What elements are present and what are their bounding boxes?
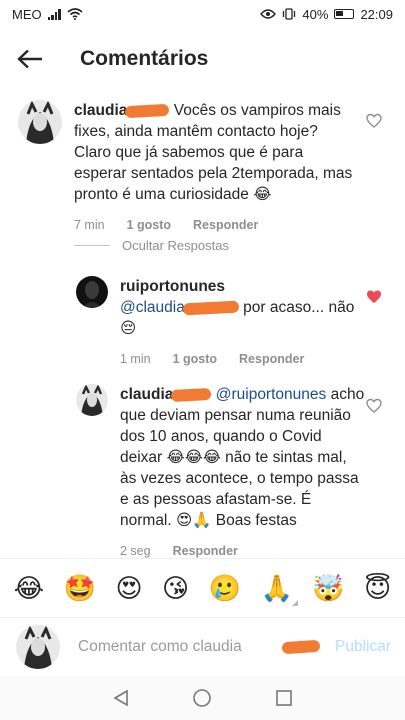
reply-username[interactable]: ruiportonunes	[120, 276, 366, 297]
comment-username[interactable]: claudia	[74, 102, 127, 119]
nav-recents-button[interactable]	[269, 683, 299, 713]
emoji-star-struck[interactable]: 🤩	[64, 575, 96, 601]
square-recents-icon	[276, 690, 292, 706]
reply-text-block: @claudia por acaso... não 😔	[120, 297, 366, 339]
avatar[interactable]	[76, 384, 108, 416]
avatar[interactable]	[76, 276, 108, 308]
divider	[74, 245, 110, 246]
navigation-bar	[0, 676, 405, 720]
emoji-exploding-head[interactable]: 🤯	[312, 575, 344, 601]
reply-body: ruiportonunes @claudia por acaso... não …	[120, 276, 366, 370]
emoji-heart-eyes[interactable]: 😍	[115, 575, 142, 601]
comment-composer: Publicar	[0, 617, 405, 675]
carrier-label: MEO	[12, 6, 42, 22]
back-button[interactable]	[0, 36, 60, 82]
comment-meta: 7 min 1 gosto Responder	[74, 215, 358, 236]
battery-percent: 40%	[302, 6, 329, 22]
reply: claudia @ruiportonunes acho que deviam p…	[76, 384, 366, 562]
reply-username[interactable]: claudia	[120, 386, 173, 403]
reply: ruiportonunes @claudia por acaso... não …	[76, 276, 366, 370]
reply-button[interactable]: Responder	[193, 215, 258, 236]
comment-body: claudia Vocês os vampiros mais fixes, ai…	[74, 100, 358, 236]
redaction-mark	[182, 300, 240, 316]
skin-tone-indicator	[291, 599, 298, 606]
nav-home-button[interactable]	[187, 683, 217, 713]
current-user-avatar	[16, 624, 60, 669]
battery-icon	[334, 9, 355, 19]
emoji-innocent[interactable]: 😇	[364, 575, 391, 601]
header: Comentários	[0, 36, 405, 82]
wifi-icon	[67, 8, 83, 20]
nav-back-button[interactable]	[106, 683, 136, 713]
reply-body: claudia @ruiportonunes acho que deviam p…	[120, 384, 366, 562]
circle-home-icon	[193, 689, 212, 707]
emoji-pray[interactable]: 🙏	[260, 572, 298, 606]
redaction-mark	[125, 103, 170, 119]
redaction-mark	[281, 639, 321, 654]
emoji-kiss[interactable]: 😘	[162, 575, 189, 601]
redaction-mark	[171, 387, 212, 402]
page-title: Comentários	[80, 47, 209, 70]
comment-likes[interactable]: 1 gosto	[127, 215, 171, 236]
reply-meta: 1 min 1 gosto Responder	[120, 349, 366, 370]
mention-link[interactable]: @claudia	[120, 299, 185, 316]
triangle-back-icon	[113, 689, 128, 707]
comment-text-block: claudia Vocês os vampiros mais fixes, ai…	[74, 100, 358, 205]
emoji-pray-glyph: 🙏	[260, 572, 293, 603]
emoji-tear[interactable]: 🥲	[209, 575, 241, 601]
status-left: MEO	[12, 7, 83, 22]
reply-text-block: claudia @ruiportonunes acho que deviam p…	[120, 384, 366, 531]
reply-likes[interactable]: 1 gosto	[173, 349, 217, 370]
clock: 22:09	[360, 6, 393, 22]
signal-icon	[47, 8, 61, 20]
arrow-left-icon	[17, 49, 42, 69]
avatar[interactable]	[18, 100, 62, 144]
like-heart-icon[interactable]	[366, 113, 382, 129]
comment: claudia Vocês os vampiros mais fixes, ai…	[18, 100, 358, 236]
emoji-joy[interactable]: 😂	[14, 575, 44, 601]
hide-replies-label: Ocultar Respostas	[122, 238, 229, 253]
reply-button[interactable]: Responder	[239, 349, 304, 370]
mention-link[interactable]: @ruiportonunes	[216, 386, 327, 403]
comment-time: 7 min	[74, 218, 105, 232]
hide-replies-button[interactable]: Ocultar Respostas	[74, 238, 229, 253]
publish-button[interactable]: Publicar	[335, 638, 391, 656]
like-heart-icon[interactable]	[366, 398, 382, 414]
liked-heart-icon[interactable]	[366, 289, 382, 305]
reply-time: 1 min	[120, 352, 151, 366]
eye-icon	[260, 9, 277, 19]
reply-text: acho que deviam pensar numa reunião dos …	[120, 386, 365, 529]
comment-input[interactable]	[78, 637, 298, 656]
status-bar: MEO 40% 22:09	[0, 0, 405, 28]
vibrate-icon	[283, 8, 296, 20]
emoji-bar: 😂 🤩 😍 😘 🥲 🙏 🤯 😇	[0, 558, 405, 616]
status-right: 40% 22:09	[260, 7, 393, 22]
